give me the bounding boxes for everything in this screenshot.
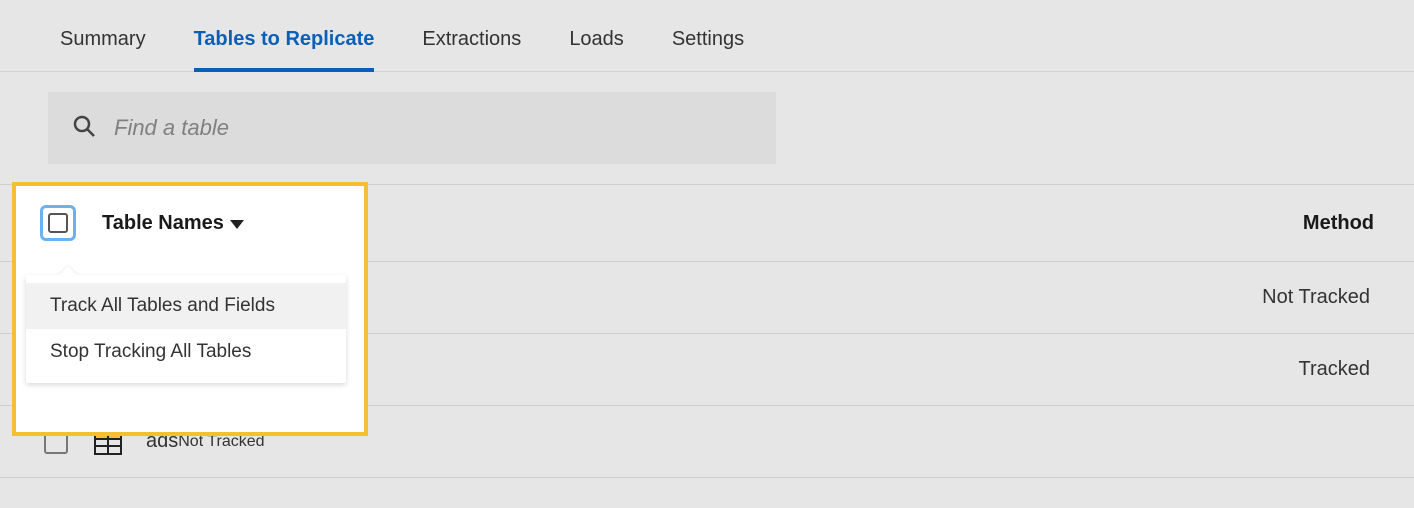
search-icon — [72, 114, 96, 143]
row-method: Tracked — [1298, 358, 1370, 381]
table-header-row: Table Names Method Track All Tables and … — [0, 184, 1414, 262]
checkbox-inner — [48, 213, 68, 233]
select-all-checkbox[interactable] — [40, 205, 76, 241]
table-names-dropdown: Track All Tables and Fields Stop Trackin… — [26, 275, 346, 383]
tab-bar: Summary Tables to Replicate Extractions … — [0, 0, 1414, 72]
tab-tables-to-replicate[interactable]: Tables to Replicate — [194, 28, 375, 71]
row-name: ads — [146, 430, 178, 453]
row-method: Not Tracked — [178, 433, 264, 451]
column-header-table-names[interactable]: Table Names — [102, 212, 244, 235]
search-box[interactable] — [48, 92, 776, 164]
search-input[interactable] — [114, 115, 752, 141]
tab-loads[interactable]: Loads — [569, 28, 624, 71]
tab-extractions[interactable]: Extractions — [422, 28, 521, 71]
column-header-table-names-label: Table Names — [102, 212, 224, 235]
table-icon — [94, 429, 122, 455]
table-row: ads Not Tracked — [0, 406, 1414, 478]
tab-summary[interactable]: Summary — [60, 28, 146, 71]
tab-settings[interactable]: Settings — [672, 28, 744, 71]
search-container — [0, 72, 1414, 164]
table-area: Table Names Method Track All Tables and … — [0, 184, 1414, 478]
caret-down-icon — [230, 220, 244, 229]
column-header-method: Method — [1303, 212, 1374, 235]
dropdown-stop-all[interactable]: Stop Tracking All Tables — [26, 329, 346, 375]
dropdown-track-all[interactable]: Track All Tables and Fields — [26, 283, 346, 329]
row-method: Not Tracked — [1262, 286, 1370, 309]
row-checkbox[interactable] — [44, 430, 68, 454]
